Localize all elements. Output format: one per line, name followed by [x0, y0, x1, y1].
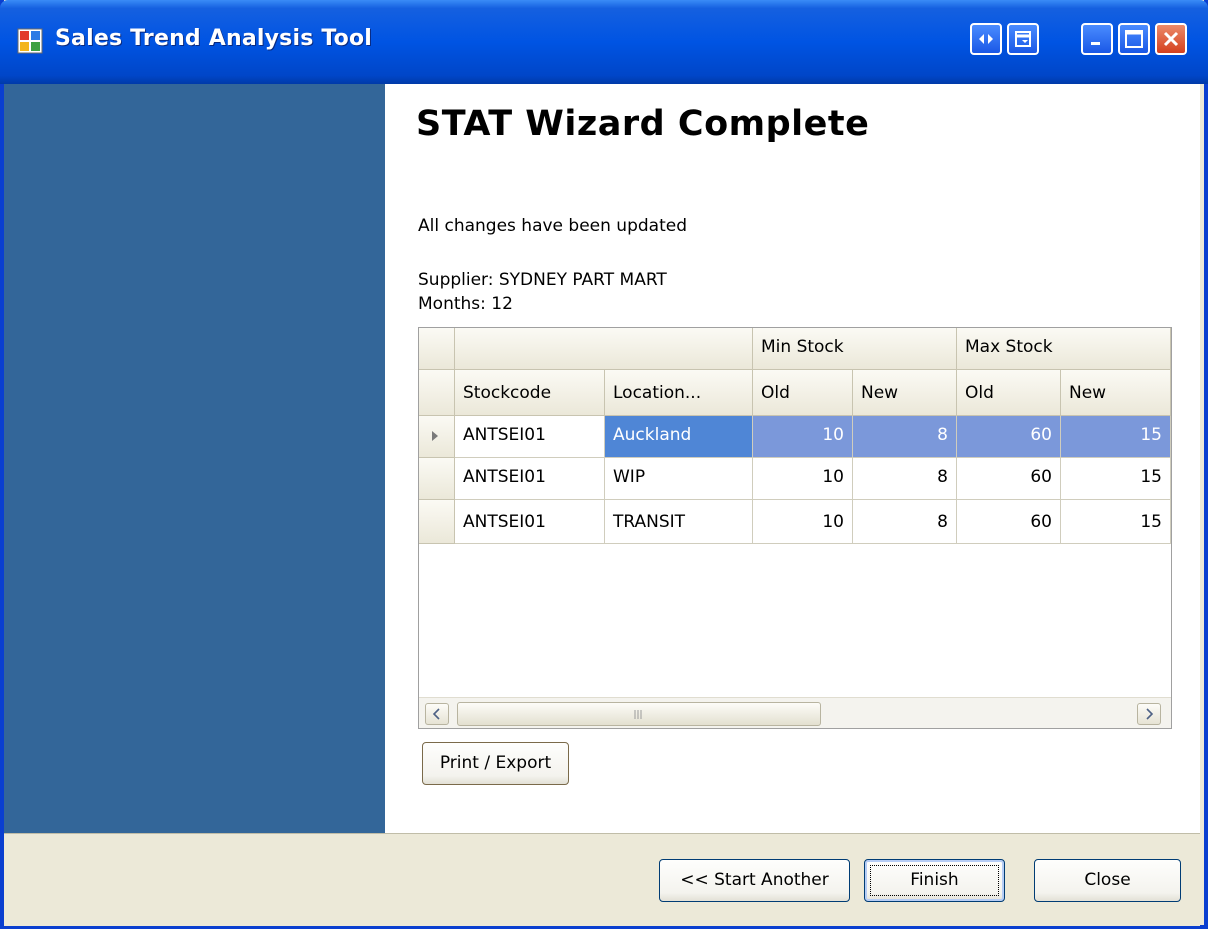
title-bar[interactable]: Sales Trend Analysis Tool	[0, 0, 1208, 84]
supplier-label: Supplier: SYDNEY PART MART	[418, 270, 667, 290]
cell-min-old[interactable]: 10	[753, 416, 853, 458]
stock-data-grid[interactable]: Min Stock Max Stock Stockcode Location..…	[418, 327, 1172, 729]
cell-min-new[interactable]: 8	[853, 458, 957, 500]
scroll-left-button[interactable]	[425, 703, 449, 725]
page-title: STAT Wizard Complete	[416, 104, 870, 144]
print-export-button[interactable]: Print / Export	[422, 742, 569, 785]
cell-min-new[interactable]: 8	[853, 416, 957, 458]
column-header-min-old[interactable]: Old	[753, 370, 853, 416]
maximize-icon	[1125, 30, 1143, 48]
group-header-blank	[455, 328, 753, 370]
cell-stockcode[interactable]: ANTSEI01	[455, 500, 605, 544]
months-label: Months: 12	[418, 294, 513, 314]
close-button[interactable]: Close	[1034, 859, 1181, 902]
close-window-button[interactable]	[1155, 23, 1187, 55]
status-message: All changes have been updated	[418, 216, 687, 236]
column-header-min-new[interactable]: New	[853, 370, 957, 416]
window-title: Sales Trend Analysis Tool	[55, 26, 372, 51]
cell-max-old[interactable]: 60	[957, 500, 1061, 544]
row-selector[interactable]	[419, 500, 455, 544]
column-header-stockcode[interactable]: Stockcode	[455, 370, 605, 416]
app-icon	[17, 28, 43, 54]
cell-stockcode[interactable]: ANTSEI01	[455, 458, 605, 500]
finish-button[interactable]: Finish	[864, 859, 1005, 902]
maximize-button[interactable]	[1118, 23, 1150, 55]
column-header-max-old[interactable]: Old	[957, 370, 1061, 416]
column-header-location[interactable]: Location...	[605, 370, 753, 416]
cell-min-old[interactable]: 10	[753, 500, 853, 544]
cell-max-old[interactable]: 60	[957, 458, 1061, 500]
current-row-arrow-icon	[432, 431, 438, 441]
cell-min-old[interactable]: 10	[753, 458, 853, 500]
cell-min-new[interactable]: 8	[853, 500, 957, 544]
cell-max-new[interactable]: 15	[1061, 500, 1171, 544]
minimize-button[interactable]	[1081, 23, 1113, 55]
restore-left-right-button[interactable]	[970, 23, 1002, 55]
focus-rectangle	[870, 865, 999, 896]
button-bar	[4, 833, 1200, 926]
grip-icon	[634, 710, 642, 719]
chevron-right-icon	[1146, 708, 1154, 720]
row-selector[interactable]	[419, 458, 455, 500]
row-selector[interactable]	[419, 416, 455, 458]
grid-corner-header[interactable]	[419, 328, 455, 370]
minimize-icon	[1091, 42, 1100, 45]
cell-max-new[interactable]: 15	[1061, 416, 1171, 458]
cell-max-old[interactable]: 60	[957, 416, 1061, 458]
row-header-column	[419, 370, 455, 416]
left-right-arrows-icon	[979, 34, 993, 44]
scroll-right-button[interactable]	[1137, 703, 1161, 725]
scrollbar-thumb[interactable]	[457, 702, 821, 726]
cell-location[interactable]: WIP	[605, 458, 753, 500]
horizontal-scrollbar[interactable]	[419, 697, 1171, 728]
wizard-side-panel	[4, 84, 385, 833]
cell-max-new[interactable]: 15	[1061, 458, 1171, 500]
group-header-max-stock: Max Stock	[957, 328, 1171, 370]
cell-location[interactable]: TRANSIT	[605, 500, 753, 544]
chevron-left-icon	[432, 708, 440, 720]
cell-location[interactable]: Auckland	[605, 416, 753, 458]
start-another-button[interactable]: << Start Another	[659, 859, 850, 902]
tile-window-icon	[1015, 31, 1031, 47]
cell-stockcode[interactable]: ANTSEI01	[455, 416, 605, 458]
column-header-max-new[interactable]: New	[1061, 370, 1171, 416]
group-header-min-stock: Min Stock	[753, 328, 957, 370]
close-icon	[1163, 31, 1179, 47]
tile-window-button[interactable]	[1007, 23, 1039, 55]
